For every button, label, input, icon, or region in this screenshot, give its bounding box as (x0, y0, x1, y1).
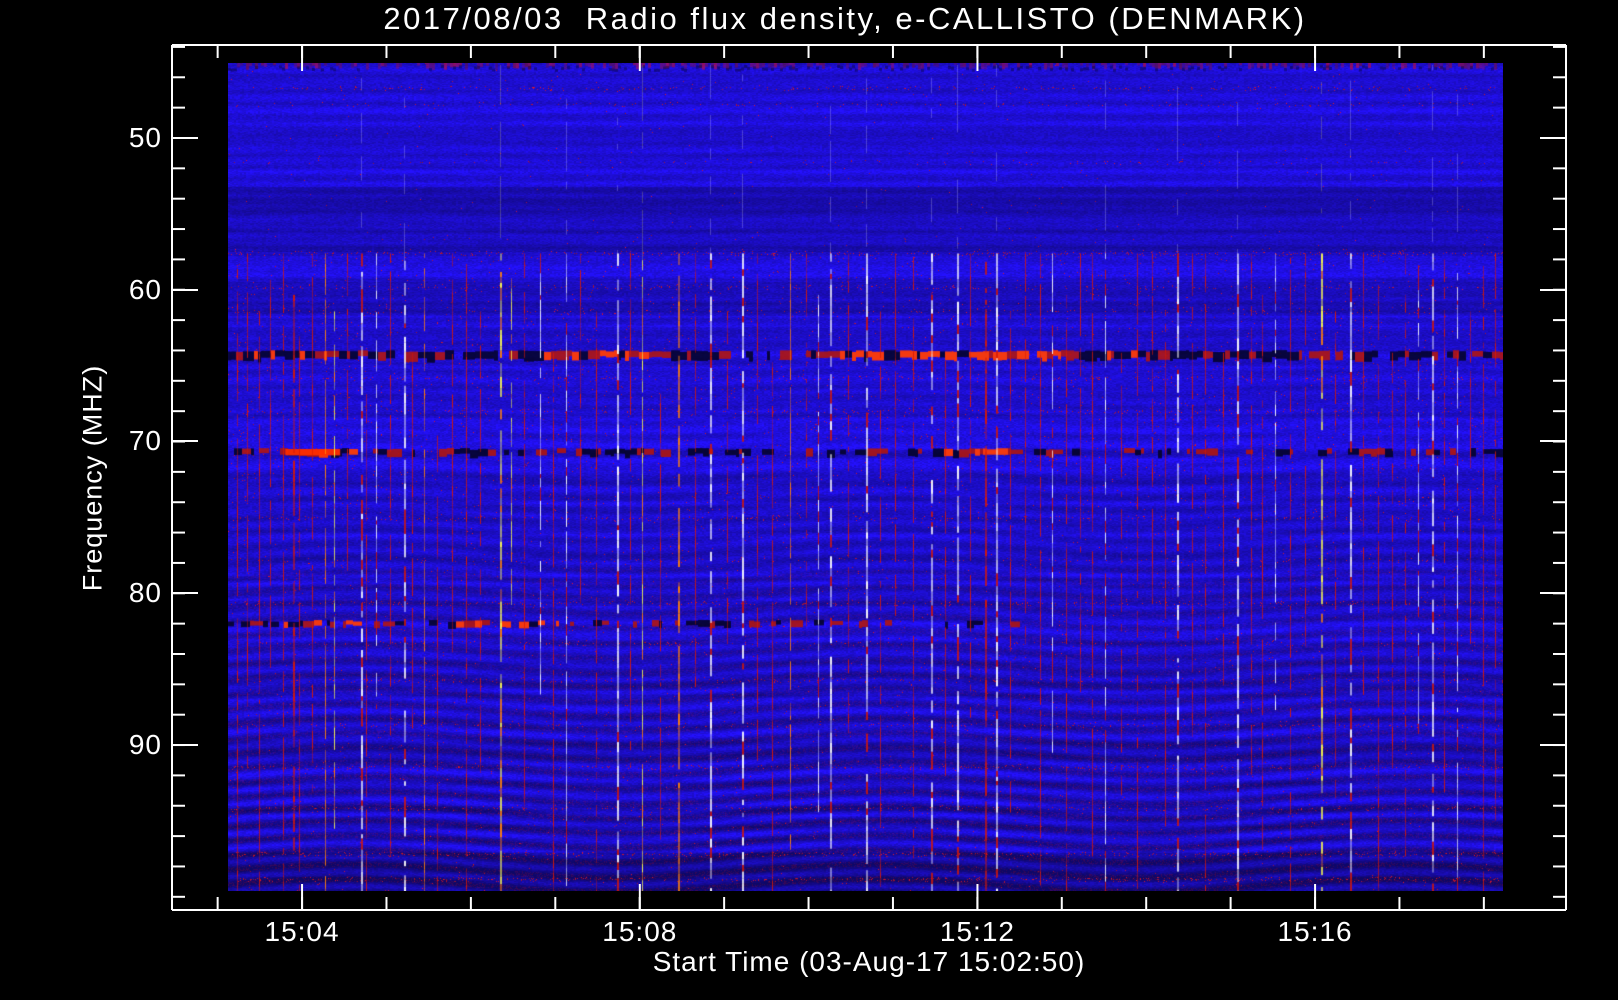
y-axis-label: Frequency (MHZ) (77, 364, 108, 592)
y-tick-label: 50 (128, 121, 162, 153)
y-tick-label: 90 (128, 728, 162, 760)
spectrogram-image (228, 63, 1503, 891)
x-tick-label: 15:16 (1277, 916, 1353, 947)
spectrogram-page: 2017/08/03 Radio flux density, e-CALLIST… (0, 0, 1618, 1000)
x-tick-label: 15:12 (939, 916, 1015, 947)
x-tick-label: 15:08 (602, 916, 678, 947)
x-tick-label: 15:04 (264, 916, 340, 947)
x-axis-label: Start Time (03-Aug-17 15:02:50) (652, 946, 1086, 977)
plot-title: 2017/08/03 Radio flux density, e-CALLIST… (383, 1, 1307, 36)
y-tick-label: 60 (128, 273, 162, 305)
